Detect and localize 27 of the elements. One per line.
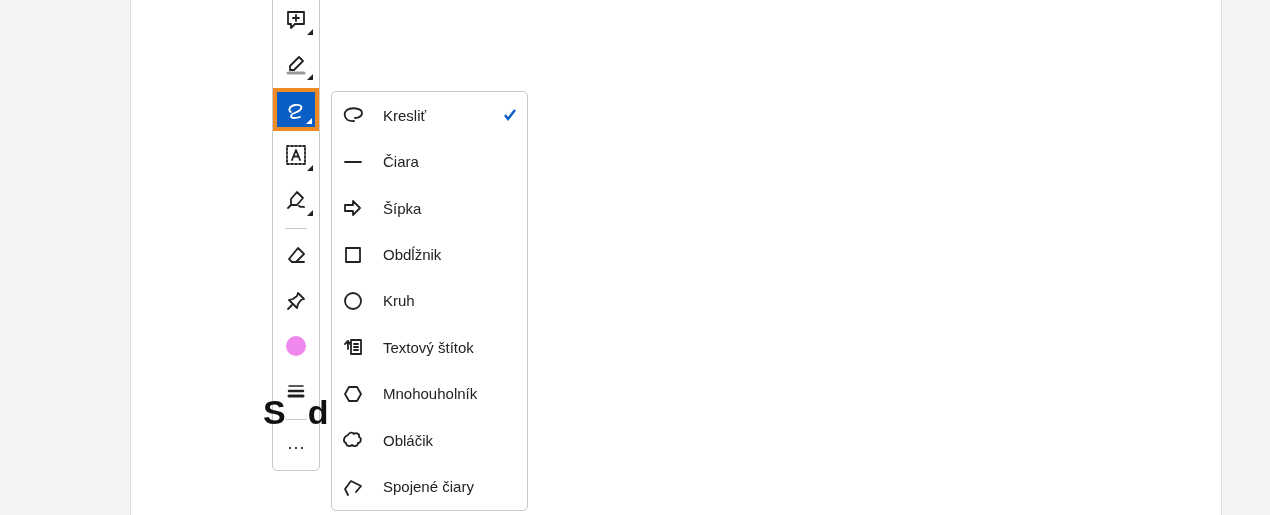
menu-item-label: Mnohouholník <box>383 385 479 403</box>
circle-icon <box>342 289 364 312</box>
textbox-icon <box>285 144 307 166</box>
menu-item[interactable]: Textový štítok <box>332 324 527 371</box>
sign-icon <box>285 189 307 212</box>
comment-icon <box>285 8 307 31</box>
color-swatch-icon <box>286 336 306 357</box>
menu-item-label: Textový štítok <box>383 338 475 356</box>
highlight-icon <box>285 53 307 76</box>
pin-icon <box>285 290 307 313</box>
menu-item-label: Obdĺžnik <box>383 246 443 264</box>
line-icon <box>342 159 364 164</box>
menu-item-label: Kruh <box>383 292 416 310</box>
menu-item[interactable]: Kresliť <box>332 92 527 139</box>
menu-item-label: Kresliť <box>383 106 428 124</box>
menu-item-label: Šípka <box>383 199 423 217</box>
menu-item[interactable]: Spojené čiary <box>332 463 527 510</box>
menu-item[interactable]: Obláčik <box>332 417 527 464</box>
menu-item[interactable]: Čiara <box>332 138 527 185</box>
menu-item-label: Spojené čiary <box>383 478 475 496</box>
menu-item-label: Obláčik <box>383 431 435 449</box>
draw-tool-button[interactable] <box>273 88 319 132</box>
menu-item[interactable]: Kruh <box>332 277 527 325</box>
menu-item-label: Čiara <box>383 153 420 171</box>
menu-item[interactable]: Šípka <box>332 184 527 232</box>
menu-item[interactable]: Obdĺžnik <box>332 231 527 278</box>
menu-item[interactable]: Mnohouholník <box>332 370 527 418</box>
